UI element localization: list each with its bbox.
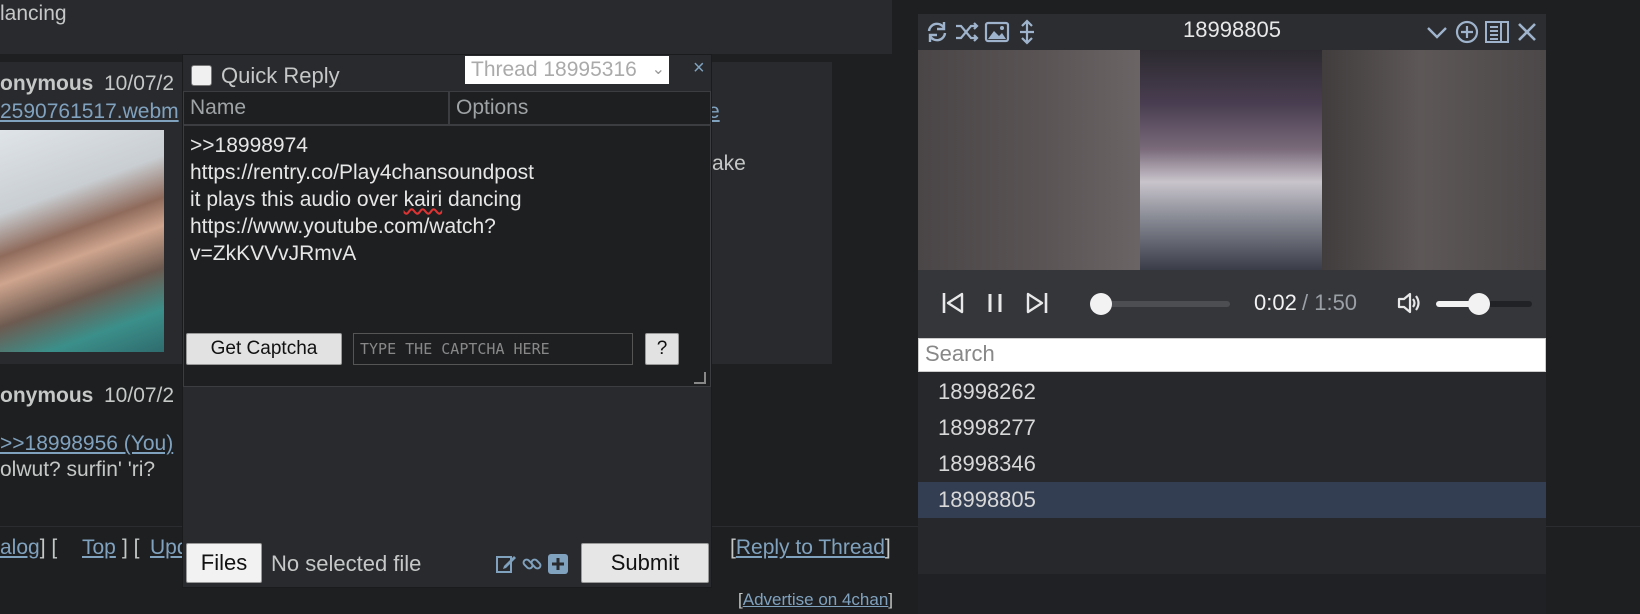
close-icon[interactable] <box>1514 19 1540 45</box>
captcha-input[interactable]: TYPE THE CAPTCHA HERE <box>353 333 633 365</box>
post-text: olwut? surfin' 'ri? <box>0 458 156 481</box>
comment-line: it plays this audio over kairi dancing <box>190 188 522 211</box>
get-captcha-button[interactable]: Get Captcha <box>186 333 342 365</box>
seek-handle[interactable] <box>1089 293 1112 315</box>
plus-box-icon[interactable] <box>547 553 569 575</box>
video-frame[interactable] <box>1140 50 1322 270</box>
chevron-down-icon[interactable] <box>1424 19 1450 45</box>
playlist: 18998262 18998277 18998346 18998805 <box>918 374 1546 518</box>
name-field[interactable]: Name <box>183 91 449 125</box>
player-footer <box>918 574 1546 614</box>
player-title: 18998805 <box>1183 17 1281 42</box>
link-icon[interactable] <box>521 553 543 575</box>
comment-line: https://rentry.co/Play4chansoundpost <box>190 161 534 184</box>
thread-top-strip: lancing <box>0 0 892 54</box>
reply-to-thread[interactable]: [Reply to Thread] <box>730 536 891 560</box>
post-text-fragment: ake <box>712 152 746 175</box>
volume-icon[interactable] <box>1396 290 1422 316</box>
time-current: 0:02 <box>1254 290 1297 315</box>
edit-icon[interactable] <box>495 553 517 575</box>
files-button[interactable]: Files <box>186 543 262 583</box>
quick-reply-window: Quick Reply Thread 18995316 ⌄ × Name Opt… <box>182 54 712 588</box>
post-thumbnail[interactable] <box>0 130 164 352</box>
expand-vertical-icon[interactable] <box>1014 19 1040 45</box>
nav-catalog[interactable]: alog] [ <box>0 536 57 560</box>
time-total: / 1:50 <box>1302 290 1358 315</box>
playlist-search-input[interactable]: Search <box>918 338 1546 372</box>
quick-reply-checkbox[interactable] <box>191 65 212 86</box>
post-text-fragment: lancing <box>0 2 67 25</box>
quick-reply-title: Quick Reply <box>221 63 340 88</box>
reload-icon[interactable] <box>924 19 950 45</box>
sound-player: 18998805 0:02 / 1:50 Search 18998262 189… <box>918 14 1546 614</box>
submit-button[interactable]: Submit <box>581 543 709 583</box>
chevron-down-icon: ⌄ <box>651 61 665 78</box>
options-field[interactable]: Options <box>449 91 711 125</box>
playlist-item[interactable]: 18998277 <box>918 410 1546 446</box>
nav-bracket: ] [ <box>122 536 140 559</box>
captcha-help-button[interactable]: ? <box>645 333 679 365</box>
player-header[interactable]: 18998805 <box>918 14 1546 50</box>
playlist-item-active[interactable]: 18998805 <box>918 482 1546 518</box>
comment-line: >>18998974 <box>190 134 308 157</box>
playlist-item[interactable]: 18998262 <box>918 374 1546 410</box>
file-status: No selected file <box>271 551 422 576</box>
playlist-item[interactable]: 18998346 <box>918 446 1546 482</box>
resize-grip-icon[interactable] <box>694 372 706 384</box>
previous-icon[interactable] <box>940 290 966 316</box>
image-icon[interactable] <box>984 19 1010 45</box>
comment-line: v=ZkKVVvJRmvA <box>190 242 357 265</box>
advertise[interactable]: [Advertise on 4chan] <box>738 590 893 610</box>
playlist-icon[interactable] <box>1484 19 1510 45</box>
post-name: onymous <box>0 384 94 407</box>
thread-select[interactable]: Thread 18995316 ⌄ <box>465 56 669 84</box>
comment-line: https://www.youtube.com/watch? <box>190 215 496 238</box>
post-date: 10/07/2 <box>104 384 175 407</box>
post-date: 10/07/2 <box>104 72 175 95</box>
thread-select-value: Thread 18995316 <box>471 58 637 81</box>
pause-icon[interactable] <box>982 290 1008 316</box>
quick-reply-header[interactable]: Quick Reply Thread 18995316 ⌄ × <box>183 55 711 93</box>
volume-handle[interactable] <box>1468 293 1491 315</box>
post-quote-link[interactable]: >>18998956 (You) <box>0 432 173 456</box>
post-file-link[interactable]: 2590761517.webm <box>0 100 179 124</box>
post-name: onymous <box>0 72 94 95</box>
shuffle-icon[interactable] <box>954 19 980 45</box>
player-controls: 0:02 / 1:50 <box>918 270 1546 338</box>
close-icon[interactable]: × <box>693 57 705 80</box>
next-icon[interactable] <box>1024 290 1050 316</box>
add-circle-icon[interactable] <box>1454 19 1480 45</box>
nav-top-link[interactable]: Top <box>82 536 116 560</box>
seek-bar[interactable] <box>1098 301 1230 307</box>
